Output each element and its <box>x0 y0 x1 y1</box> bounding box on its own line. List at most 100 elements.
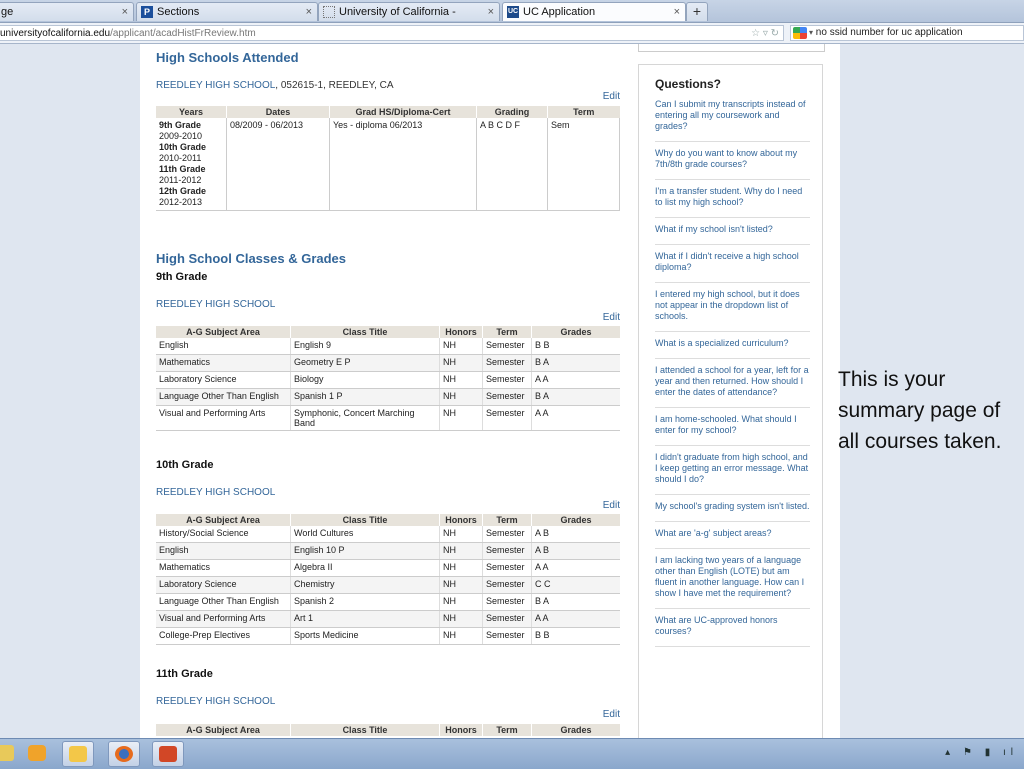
tab-sections[interactable]: P Sections × <box>136 2 318 21</box>
table-row: English English 10 P NH Semester A B <box>156 542 620 560</box>
faq-question-link[interactable]: What are 'a-g' subject areas? <box>655 522 810 549</box>
subject-cell: English <box>156 338 291 355</box>
year-grade: 9th Grade <box>159 120 202 130</box>
faq-question-link[interactable]: What are UC-approved honors courses? <box>655 609 810 647</box>
faq-question-link[interactable]: Why do you want to know about my 7th/8th… <box>655 142 810 180</box>
tab-close-icon[interactable]: × <box>674 3 680 21</box>
page-content: High Schools Attended REEDLEY HIGH SCHOO… <box>140 44 840 738</box>
honors-cell: NH <box>439 354 483 372</box>
faq-question-link[interactable]: What if I didn't receive a high school d… <box>655 245 810 283</box>
subject-cell: College-Prep Electives <box>156 627 291 645</box>
col-subject: A-G Subject Area <box>156 724 291 736</box>
grad-cell: Yes - diploma 06/2013 <box>329 118 477 211</box>
grades-cell: B A <box>531 593 620 611</box>
faq-question-link[interactable]: What is a specialized curriculum? <box>655 332 810 359</box>
honors-cell: NH <box>439 388 483 406</box>
questions-list: Can I submit my transcripts instead of e… <box>655 99 810 647</box>
class-title-cell: Biology <box>290 371 440 389</box>
table-row: Mathematics Algebra II NH Semester A A <box>156 559 620 577</box>
tab-label: Sections <box>157 6 200 18</box>
hs-attended-table: Years Dates Grad HS/Diploma-Cert Grading… <box>156 106 620 211</box>
faq-question-link[interactable]: I entered my high school, but it does no… <box>655 283 810 332</box>
bookmark-star-icon[interactable]: ☆ ▿ ↻ <box>751 26 779 40</box>
taskbar-firefox[interactable] <box>108 741 140 767</box>
term-cell: Semester <box>482 542 532 560</box>
grades-cell: A B <box>531 542 620 560</box>
grades-cell: C C <box>531 576 620 594</box>
media-player-icon <box>28 745 46 761</box>
honors-cell: NH <box>439 405 483 431</box>
search-box[interactable]: ▾ no ssid number for uc application <box>790 25 1024 41</box>
col-grades: Grades <box>531 514 620 526</box>
faq-question-link[interactable]: Can I submit my transcripts instead of e… <box>655 99 810 142</box>
class-title-cell: Spanish 2 <box>290 593 440 611</box>
edit-hs-attended-link[interactable]: Edit <box>603 91 620 102</box>
class-title-cell: Symphonic, Concert Marching Band <box>290 405 440 431</box>
table-row: Mathematics Geometry E P NH Semester B A <box>156 354 620 372</box>
grades-cell: A A <box>531 371 620 389</box>
new-tab-button[interactable]: + <box>686 2 708 21</box>
subject-cell: Language Other Than English <box>156 593 291 611</box>
term-cell: Semester <box>482 610 532 628</box>
table-row: Language Other Than English Spanish 2 NH Se… <box>156 593 620 611</box>
edit-grade-11-link[interactable]: Edit <box>603 709 620 720</box>
faq-question-link[interactable]: My school's grading system isn't listed. <box>655 495 810 522</box>
edit-grade-10-link[interactable]: Edit <box>603 500 620 511</box>
faq-question-link[interactable]: I attended a school for a year, left for… <box>655 359 810 408</box>
google-search-icon[interactable] <box>793 27 807 39</box>
table-row: Laboratory Science Chemistry NH Semester C C <box>156 576 620 594</box>
grades-cell: B B <box>531 627 620 645</box>
table-row: English English 9 NH Semester B B <box>156 338 620 355</box>
col-grading: Grading <box>476 106 548 118</box>
address-bar[interactable]: universityofcalifornia.edu/applicant/aca… <box>0 25 784 41</box>
school-name: REEDLEY HIGH SCHOOL <box>156 80 276 91</box>
term-cell: Sem <box>547 118 620 211</box>
faq-question-link[interactable]: I am lacking two years of a language oth… <box>655 549 810 609</box>
grading-cell: A B C D F <box>476 118 548 211</box>
honors-cell: NH <box>439 526 483 543</box>
subject-cell: History/Social Science <box>156 526 291 543</box>
school-name-10: REEDLEY HIGH SCHOOL <box>156 487 276 498</box>
grade-heading-10: 10th Grade <box>156 459 214 471</box>
taskbar-outlook[interactable] <box>62 741 94 767</box>
tab-university-of-california[interactable]: University of California - × <box>318 2 500 21</box>
term-cell: Semester <box>482 559 532 577</box>
faq-question-link[interactable]: What if my school isn't listed? <box>655 218 810 245</box>
taskbar-media-player[interactable] <box>22 741 48 767</box>
section-title-hs-attended: High Schools Attended <box>156 50 299 65</box>
search-dropdown-icon[interactable]: ▾ <box>809 28 813 37</box>
col-honors: Honors <box>439 326 483 338</box>
url-path: /applicant/acadHistFrReview.htm <box>110 28 256 39</box>
grade-heading-11: 11th Grade <box>156 668 213 680</box>
year-grade: 11th Grade <box>159 164 206 174</box>
blank-page-icon <box>323 6 335 18</box>
term-cell: Semester <box>482 354 532 372</box>
tab-close-icon[interactable]: × <box>488 3 494 21</box>
faq-question-link[interactable]: I'm a transfer student. Why do I need to… <box>655 180 810 218</box>
grade-9-table: A-G Subject Area Class Title Honors Term… <box>156 326 620 431</box>
faq-question-link[interactable]: I am home-schooled. What should I enter … <box>655 408 810 446</box>
edit-grade-9-link[interactable]: Edit <box>603 312 620 323</box>
search-text: no ssid number for uc application <box>815 27 963 38</box>
taskbar-powerpoint[interactable] <box>152 741 184 767</box>
tab-close-icon[interactable]: × <box>306 3 312 21</box>
tab-uc-application[interactable]: UC UC Application × <box>502 2 686 21</box>
school-heading: REEDLEY HIGH SCHOOL, 052615-1, REEDLEY, … <box>156 80 394 91</box>
start-button[interactable] <box>0 741 16 767</box>
term-cell: Semester <box>482 405 532 431</box>
table-row: History/Social Science World Cultures NH Se… <box>156 526 620 543</box>
honors-cell: NH <box>439 593 483 611</box>
faq-question-link[interactable]: I didn't graduate from high school, and … <box>655 446 810 495</box>
grades-cell: B A <box>531 354 620 372</box>
col-honors: Honors <box>439 514 483 526</box>
col-class-title: Class Title <box>290 514 440 526</box>
honors-cell: NH <box>439 542 483 560</box>
col-class-title: Class Title <box>290 724 440 736</box>
tab-page[interactable]: ge × <box>0 2 134 21</box>
system-tray-icons[interactable]: ▴ ⚑ ▮ ıl <box>945 747 1018 758</box>
firefox-icon <box>115 746 133 762</box>
grades-cell: A A <box>531 559 620 577</box>
table-row: College-Prep Electives Sports Medicine NH S… <box>156 627 620 645</box>
tab-close-icon[interactable]: × <box>122 3 128 21</box>
table-row: Visual and Performing Arts Symphonic, Con… <box>156 405 620 431</box>
